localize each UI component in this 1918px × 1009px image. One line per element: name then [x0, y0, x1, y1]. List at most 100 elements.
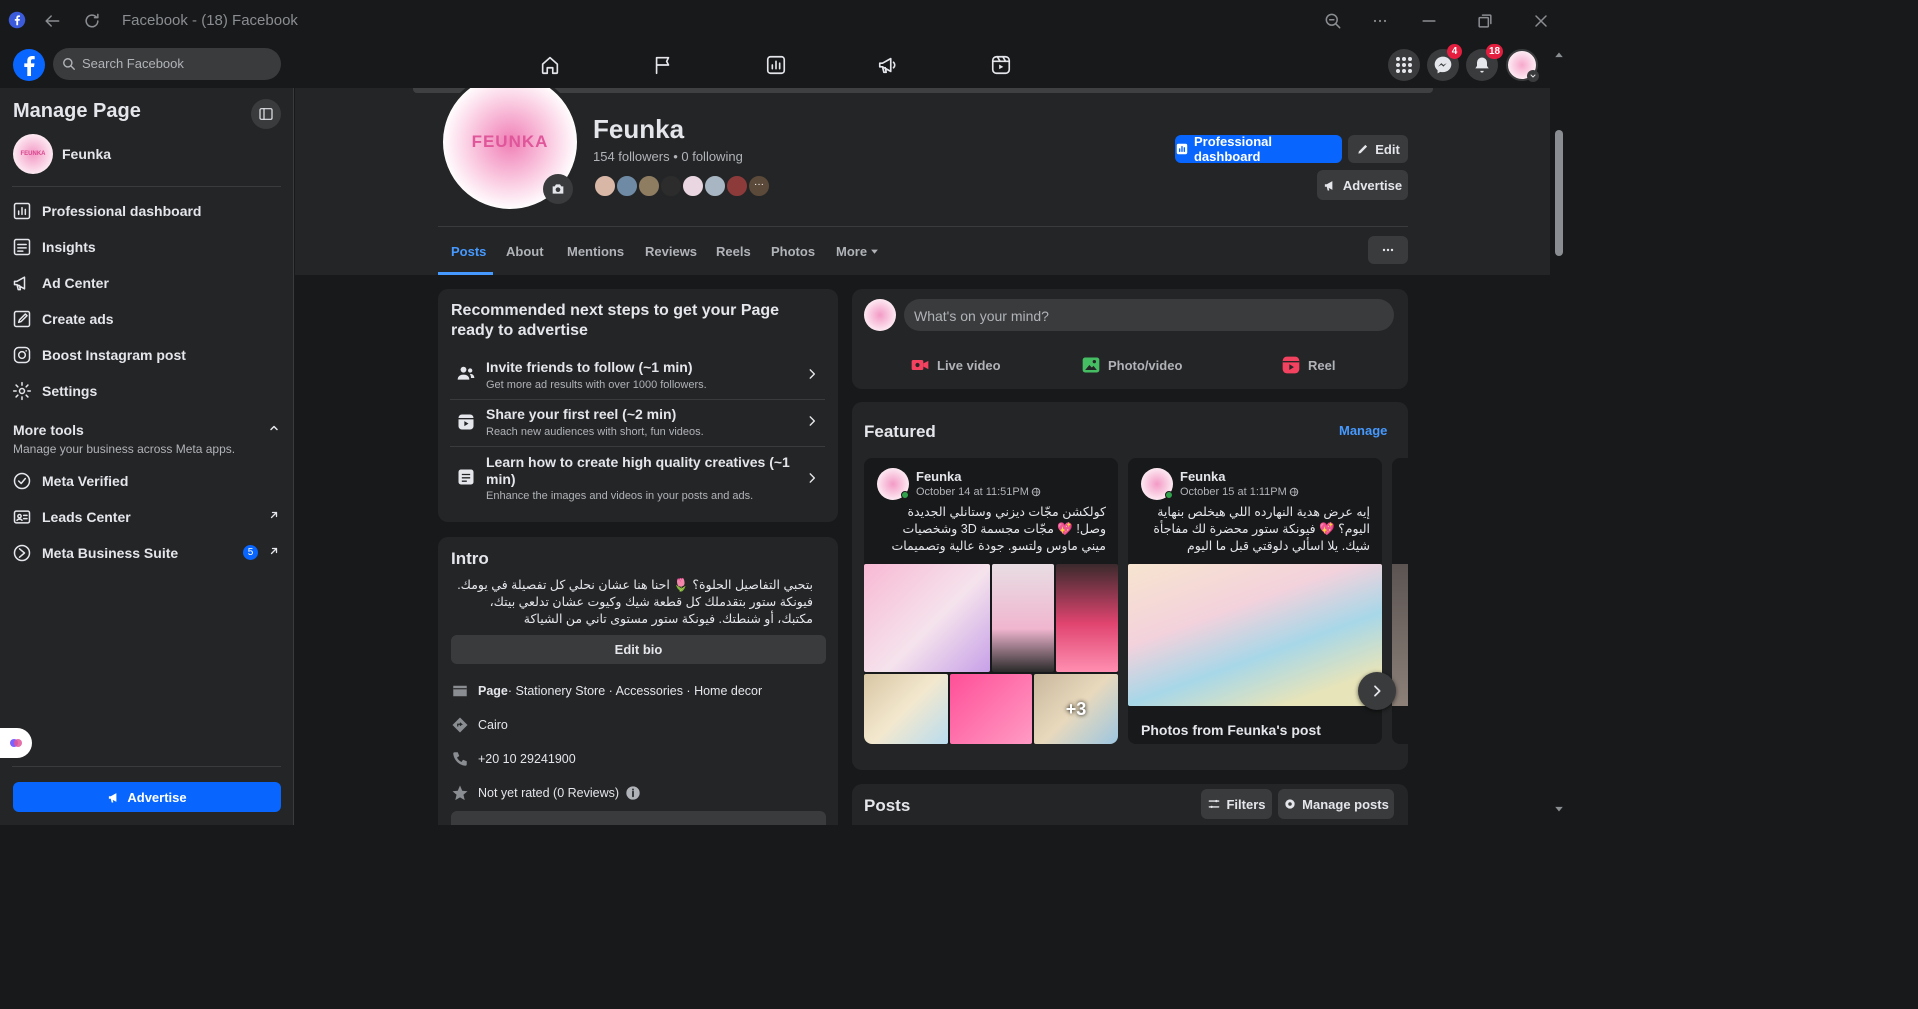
- featured-post[interactable]: Feunka October 15 at 1:11PM إيه عرض هدية…: [1128, 458, 1382, 744]
- divider: [438, 226, 1408, 227]
- window-title: Facebook - (18) Facebook: [122, 12, 298, 29]
- scroll-up-icon[interactable]: [1554, 50, 1564, 60]
- scroll-down-icon[interactable]: [1554, 804, 1564, 814]
- window-titlebar: Facebook - (18) Facebook: [0, 0, 1568, 42]
- featured-post-peek[interactable]: [1392, 458, 1408, 744]
- tab-reviews[interactable]: Reviews: [645, 244, 697, 259]
- menu-grid-button[interactable]: [1388, 49, 1420, 81]
- zoom-icon[interactable]: [1323, 11, 1343, 31]
- profile-logo-text: FEUNKA: [471, 132, 549, 151]
- collapse-sidebar-button[interactable]: [251, 99, 281, 129]
- sidebar-page-profile[interactable]: FEUNKA Feunka: [13, 134, 111, 174]
- tab-mentions[interactable]: Mentions: [567, 244, 624, 259]
- sidebar-advertise-button[interactable]: Advertise: [13, 782, 281, 812]
- profile-header: FEUNKA Feunka 154 followers • 0 followin…: [295, 88, 1550, 275]
- professional-dashboard-button[interactable]: Professional dashboard: [1175, 134, 1342, 164]
- ai-assistant-button[interactable]: [0, 728, 32, 758]
- restore-icon[interactable]: [1475, 11, 1495, 31]
- post-photo: [864, 564, 990, 672]
- chevron-up-icon[interactable]: [268, 422, 280, 434]
- tab-photos[interactable]: Photos: [771, 244, 815, 259]
- facebook-logo-icon[interactable]: [12, 48, 46, 82]
- featured-post[interactable]: Feunka October 14 at 11:51PM كولكشن مجّا…: [864, 458, 1118, 744]
- camera-icon: [552, 184, 564, 194]
- photo-video-button[interactable]: Photo/video: [1081, 355, 1182, 375]
- dashboard-icon[interactable]: [765, 54, 787, 76]
- edit-bio-button[interactable]: Edit bio: [451, 635, 826, 664]
- globe-icon: [1031, 487, 1041, 497]
- post-photo-more[interactable]: +3: [1034, 674, 1118, 744]
- sidebar-item-meta-business-suite[interactable]: Meta Business Suite: [12, 543, 178, 563]
- intro-phone: +20 10 29241900: [451, 750, 576, 768]
- step-share-reel[interactable]: Share your first reel (~2 min) Reach new…: [450, 400, 825, 447]
- minimize-icon[interactable]: [1419, 11, 1439, 31]
- sidebar-item-professional-dashboard[interactable]: Professional dashboard: [12, 201, 201, 221]
- close-window-icon[interactable]: [1531, 11, 1551, 31]
- scrollbar-thumb[interactable]: [1555, 130, 1563, 256]
- pages-flag-icon[interactable]: [652, 54, 674, 76]
- post-date: October 15 at 1:11PM: [1180, 486, 1299, 498]
- reels-icon[interactable]: [990, 54, 1012, 76]
- featured-manage-link[interactable]: Manage: [1339, 423, 1387, 438]
- messenger-badge: 4: [1447, 44, 1462, 59]
- advertise-button[interactable]: Advertise: [1317, 170, 1408, 200]
- step-invite-friends[interactable]: Invite friends to follow (~1 min) Get mo…: [450, 353, 825, 400]
- megaphone-icon[interactable]: [877, 54, 899, 76]
- featured-next-button[interactable]: [1358, 672, 1396, 710]
- pencil-icon: [1358, 144, 1368, 154]
- info-icon[interactable]: [625, 785, 641, 801]
- reel-button[interactable]: Reel: [1281, 355, 1335, 375]
- page-scrollbar[interactable]: [1550, 42, 1568, 825]
- edit-page-button[interactable]: Edit: [1348, 135, 1408, 163]
- filters-button[interactable]: Filters: [1201, 789, 1272, 819]
- verified-badge-icon: [13, 472, 31, 490]
- follower-avatars[interactable]: ···: [593, 174, 771, 198]
- account-chevron[interactable]: [1527, 70, 1539, 82]
- sidebar-title: Manage Page: [13, 100, 141, 122]
- document-icon: [458, 469, 474, 485]
- megaphone-icon: [109, 792, 117, 802]
- chevron-down-icon: [1530, 74, 1536, 78]
- sidebar-item-insights[interactable]: Insights: [12, 237, 96, 257]
- external-link-icon[interactable]: [268, 545, 280, 557]
- more-tools-subtitle: Manage your business across Meta apps.: [13, 442, 236, 456]
- sidebar-toggle-icon: [259, 108, 273, 120]
- sidebar-item-ad-center[interactable]: Ad Center: [12, 273, 109, 293]
- location-icon: [452, 717, 468, 733]
- step-learn-creatives[interactable]: Learn how to create high quality creativ…: [450, 447, 825, 509]
- follower-stats[interactable]: 154 followers • 0 following: [593, 149, 743, 164]
- business-suite-badge: 5: [243, 545, 258, 560]
- sidebar-item-meta-verified[interactable]: Meta Verified: [12, 471, 128, 491]
- sidebar-item-boost-instagram[interactable]: Boost Instagram post: [12, 345, 186, 365]
- window-menu-icon[interactable]: [1370, 11, 1390, 31]
- sidebar-item-create-ads[interactable]: Create ads: [12, 309, 114, 329]
- post-text: إيه عرض هدية النهارده اللي هيخلص بنهاية …: [1153, 505, 1370, 553]
- sidebar-item-leads-center[interactable]: Leads Center: [12, 507, 131, 527]
- composer-input[interactable]: What's on your mind?: [904, 299, 1394, 331]
- tab-about[interactable]: About: [506, 244, 544, 259]
- tab-posts[interactable]: Posts: [451, 244, 486, 259]
- intro-title: Intro: [451, 549, 489, 568]
- follower-avatar: [703, 174, 727, 198]
- chevron-right-icon: [809, 369, 816, 379]
- back-arrow-icon[interactable]: [42, 11, 62, 31]
- search-placeholder: Search Facebook: [82, 56, 184, 71]
- reload-icon[interactable]: [82, 11, 102, 31]
- intro-bio: بتحبي التفاصيل الحلوة؟ 🌷 احنا هنا عشان ن…: [457, 578, 813, 626]
- live-video-button[interactable]: Live video: [910, 355, 1001, 375]
- post-photo: [1056, 564, 1118, 672]
- more-dots-icon: [1382, 248, 1394, 252]
- active-tab-indicator: [438, 272, 493, 275]
- tab-reels[interactable]: Reels: [716, 244, 751, 259]
- manage-posts-button[interactable]: Manage posts: [1278, 789, 1394, 819]
- sidebar-item-settings[interactable]: Settings: [12, 381, 97, 401]
- photo-icon: [1082, 357, 1100, 373]
- update-photo-button[interactable]: [543, 174, 573, 204]
- page-options-button[interactable]: [1368, 236, 1408, 264]
- tab-more[interactable]: More: [836, 244, 867, 259]
- search-input[interactable]: Search Facebook: [53, 48, 281, 80]
- edit-details-button[interactable]: [451, 811, 826, 825]
- facebook-tab-icon: [8, 11, 26, 29]
- external-link-icon[interactable]: [268, 509, 280, 521]
- home-icon[interactable]: [539, 54, 561, 76]
